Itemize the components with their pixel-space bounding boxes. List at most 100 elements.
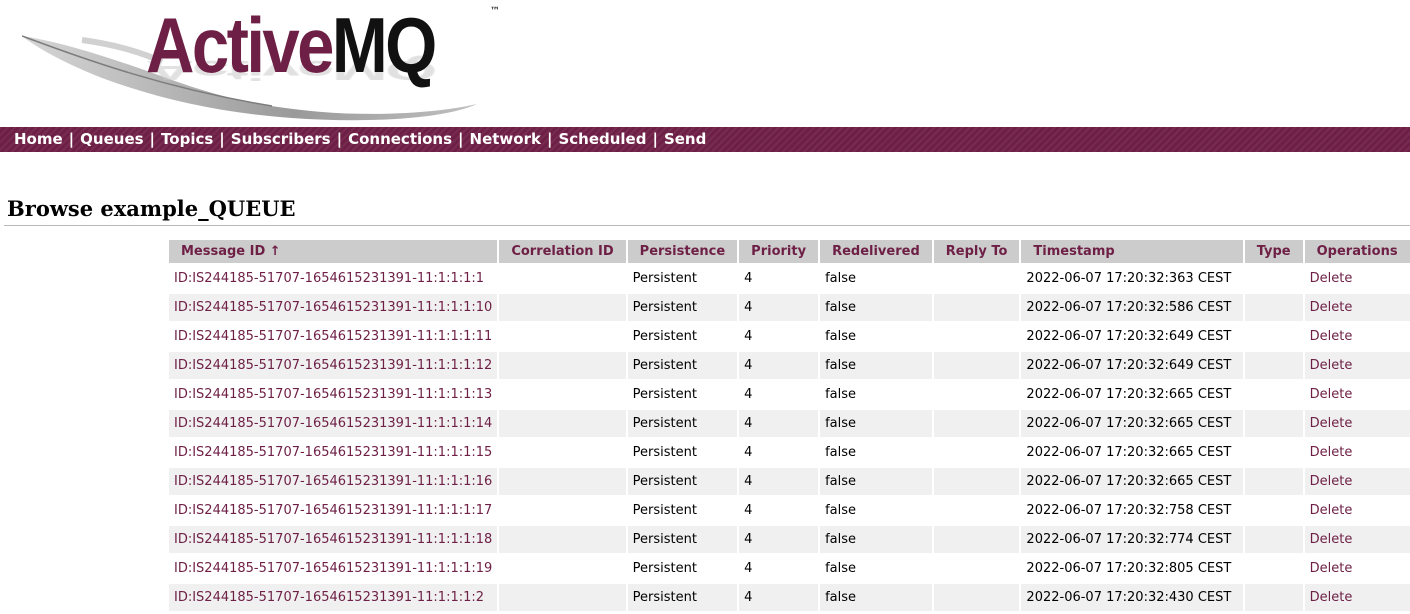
column-header-type[interactable]: Type [1244, 240, 1303, 263]
delete-link[interactable]: Delete [1310, 271, 1353, 286]
delete-link[interactable]: Delete [1310, 329, 1353, 344]
cell-type [1245, 497, 1303, 524]
sort-message-id-link[interactable]: Message ID ↑ [181, 244, 281, 259]
nav-separator: | [458, 130, 464, 148]
nav-scheduled[interactable]: Scheduled [558, 130, 646, 148]
nav-connections[interactable]: Connections [348, 130, 452, 148]
cell-priority: 4 [739, 526, 819, 553]
cell-correlation-id [499, 265, 625, 292]
cell-message-id: ID:IS244185-51707-1654615231391-11:1:1:1… [169, 381, 497, 408]
column-header-reply-to[interactable]: Reply To [933, 240, 1020, 263]
cell-type [1244, 352, 1303, 379]
nav-send[interactable]: Send [664, 130, 706, 148]
delete-link[interactable]: Delete [1310, 561, 1353, 576]
cell-reply-to [933, 352, 1020, 379]
message-id-link[interactable]: ID:IS244185-51707-1654615231391-11:1:1:1… [174, 271, 484, 286]
delete-link[interactable]: Delete [1310, 474, 1353, 489]
message-id-link[interactable]: ID:IS244185-51707-1654615231391-11:1:1:1… [174, 474, 492, 489]
message-id-link[interactable]: ID:IS244185-51707-1654615231391-11:1:1:1… [174, 387, 492, 402]
cell-reply-to [934, 555, 1020, 582]
column-header-timestamp[interactable]: Timestamp [1021, 240, 1243, 263]
sort-timestamp-link[interactable]: Timestamp [1033, 244, 1114, 259]
cell-persistence: Persistent [627, 294, 738, 321]
cell-priority: 4 [744, 561, 753, 576]
sort-type-link[interactable]: Type [1257, 244, 1291, 259]
nav-home[interactable]: Home [14, 130, 63, 148]
cell-message-id: ID:IS244185-51707-1654615231391-11:1:1:1… [169, 555, 497, 582]
cell-operations: Delete [1304, 294, 1410, 321]
cell-operations: Delete [1305, 381, 1410, 408]
nav-separator: | [546, 130, 553, 148]
table-row: ID:IS244185-51707-1654615231391-11:1:1:1… [169, 584, 1410, 611]
cell-correlation-id [499, 410, 626, 437]
table-row: ID:IS244185-51707-1654615231391-11:1:1:1… [169, 323, 1410, 350]
cell-operations: Delete [1305, 265, 1410, 292]
cell-message-id: ID:IS244185-51707-1654615231391-11:1:1:1… [169, 265, 497, 292]
logo-text-mq: MQ [331, 1, 437, 89]
message-id-link[interactable]: ID:IS244185-51707-1654615231391-11:1:1:1… [174, 561, 492, 576]
cell-redelivered: false [820, 468, 932, 495]
cell-reply-to [933, 410, 1020, 437]
message-id-link[interactable]: ID:IS244185-51707-1654615231391-11:1:1:1… [174, 445, 492, 460]
cell-redelivered: false [825, 561, 856, 576]
cell-type [1245, 439, 1303, 466]
cell-priority: 4 [739, 352, 819, 379]
table-row: ID:IS244185-51707-1654615231391-11:1:1:1… [169, 352, 1410, 379]
table-row: ID:IS244185-51707-1654615231391-11:1:1:1… [169, 381, 1410, 408]
table-row: ID:IS244185-51707-1654615231391-11:1:1:1… [169, 555, 1410, 582]
delete-link[interactable]: Delete [1310, 445, 1353, 460]
nav-network[interactable]: Network [470, 130, 541, 148]
cell-reply-to [933, 294, 1020, 321]
cell-timestamp: 2022-06-07 17:20:32:665 CEST [1026, 387, 1232, 402]
message-id-link[interactable]: ID:IS244185-51707-1654615231391-11:1:1:1… [174, 416, 492, 431]
delete-link[interactable]: Delete [1310, 416, 1353, 431]
cell-type [1244, 526, 1303, 553]
table-row: ID:IS244185-51707-1654615231391-11:1:1:1… [169, 468, 1410, 495]
cell-operations: Delete [1304, 352, 1410, 379]
message-id-link[interactable]: ID:IS244185-51707-1654615231391-11:1:1:1… [174, 300, 492, 315]
cell-reply-to [934, 381, 1020, 408]
column-header-correlation-id[interactable]: Correlation ID [499, 240, 626, 263]
message-id-link[interactable]: ID:IS244185-51707-1654615231391-11:1:1:1… [174, 532, 492, 547]
delete-link[interactable]: Delete [1310, 503, 1353, 518]
message-id-link[interactable]: ID:IS244185-51707-1654615231391-11:1:1:1… [174, 590, 484, 605]
sort-priority-link[interactable]: Priority [751, 244, 806, 259]
cell-persistence: Persistent [627, 352, 738, 379]
cell-priority: 4 [739, 410, 819, 437]
nav-subscribers[interactable]: Subscribers [231, 130, 331, 148]
activemq-logo[interactable]: ActiveMQ [146, 6, 437, 84]
message-id-link[interactable]: ID:IS244185-51707-1654615231391-11:1:1:1… [174, 329, 492, 344]
cell-operations: Delete [1304, 584, 1410, 611]
nav-queues[interactable]: Queues [80, 130, 143, 148]
delete-link[interactable]: Delete [1310, 300, 1353, 315]
cell-timestamp: 2022-06-07 17:20:32:774 CEST [1021, 526, 1243, 553]
cell-persistence: Persistent [627, 526, 738, 553]
column-header-persistence[interactable]: Persistence [627, 240, 738, 263]
sort-persistence-link[interactable]: Persistence [640, 244, 726, 259]
message-id-link[interactable]: ID:IS244185-51707-1654615231391-11:1:1:1… [174, 358, 492, 373]
column-header-message-id[interactable]: Message ID ↑ [169, 240, 498, 263]
nav-topics[interactable]: Topics [161, 130, 213, 148]
sort-redelivered-link[interactable]: Redelivered [832, 244, 920, 259]
sort-reply-to-link[interactable]: Reply To [946, 244, 1008, 259]
message-id-link[interactable]: ID:IS244185-51707-1654615231391-11:1:1:1… [174, 503, 492, 518]
cell-persistence: Persistent [627, 410, 738, 437]
sort-correlation-id-link[interactable]: Correlation ID [511, 244, 613, 259]
cell-redelivered: false [825, 503, 856, 518]
column-header-priority[interactable]: Priority [739, 240, 819, 263]
delete-link[interactable]: Delete [1310, 532, 1353, 547]
delete-link[interactable]: Delete [1310, 590, 1353, 605]
nav-bar: Home | Queues | Topics | Subscribers | Connectio… [0, 127, 1410, 152]
delete-link[interactable]: Delete [1310, 387, 1353, 402]
cell-priority: 4 [739, 584, 819, 611]
cell-reply-to [933, 468, 1020, 495]
cell-correlation-id [499, 468, 626, 495]
page-title: Browse example_QUEUE [7, 196, 296, 221]
cell-message-id: ID:IS244185-51707-1654615231391-11:1:1:1… [169, 352, 498, 379]
cell-type [1245, 555, 1303, 582]
delete-link[interactable]: Delete [1310, 358, 1353, 373]
cell-correlation-id [499, 323, 625, 350]
column-header-redelivered[interactable]: Redelivered [820, 240, 932, 263]
cell-redelivered: false [820, 584, 932, 611]
nav-separator: | [68, 130, 75, 148]
